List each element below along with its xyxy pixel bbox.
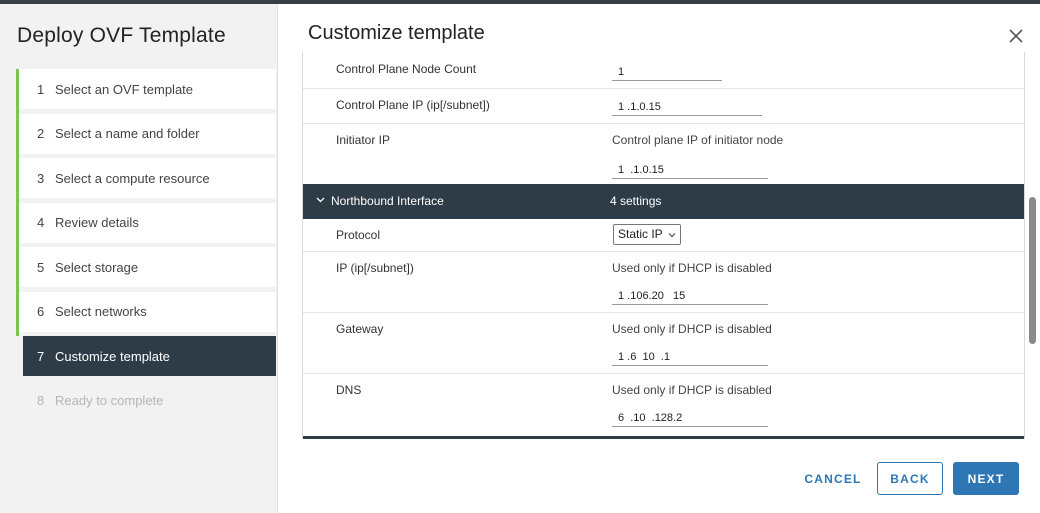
field-label: Control Plane IP (ip[/subnet]) xyxy=(336,98,490,112)
northbound-ip-input[interactable]: 1 .106.20 15 xyxy=(612,287,768,305)
field-label: Gateway xyxy=(336,322,384,336)
wizard-sidebar: Deploy OVF Template 1 Select an OVF temp… xyxy=(0,4,278,513)
field-description: Used only if DHCP is disabled xyxy=(612,383,772,397)
back-button[interactable]: BACK xyxy=(877,462,943,495)
cp-ip-input[interactable]: 1 .1.0.15 xyxy=(612,98,762,116)
step-label: Select an OVF template xyxy=(55,81,194,97)
field-description: Used only if DHCP is disabled xyxy=(612,322,772,336)
step-label: Select networks xyxy=(55,304,147,319)
step-number: 7 xyxy=(37,348,45,364)
row-northbound-ip: IP (ip[/subnet]) Used only if DHCP is di… xyxy=(303,251,1024,313)
row-initiator-ip: Initiator IP Control plane IP of initiat… xyxy=(303,123,1024,184)
wizard-step-6[interactable]: 6 Select networks xyxy=(16,291,276,336)
field-label: Initiator IP xyxy=(336,133,391,147)
wizard-step-8: 8 Ready to complete xyxy=(16,381,276,421)
scrollbar-thumb[interactable] xyxy=(1029,197,1036,344)
step-number: 2 xyxy=(37,126,45,141)
section-northbound-interface[interactable]: Northbound Interface 4 settings xyxy=(303,184,1024,219)
cp-node-count-input[interactable]: 1 xyxy=(612,63,722,81)
chevron-down-icon xyxy=(668,233,676,238)
chevron-down-icon xyxy=(316,195,325,206)
section-label: Northbound Interface xyxy=(331,194,444,208)
step-number: 4 xyxy=(37,215,45,230)
step-label: Select a compute resource xyxy=(55,170,210,186)
step-number: 8 xyxy=(37,393,45,408)
step-number: 3 xyxy=(37,170,45,186)
step-label: Ready to complete xyxy=(55,393,164,408)
wizard-title: Deploy OVF Template xyxy=(17,24,226,47)
row-cp-node-count: Control Plane Node Count 1 xyxy=(303,52,1024,89)
protocol-selected-value: Static IP xyxy=(618,227,663,241)
wizard-step-3[interactable]: 3 Select a compute resource xyxy=(16,158,276,203)
wizard-step-1[interactable]: 1 Select an OVF template xyxy=(16,69,276,114)
gateway-input[interactable]: 1 .6 10 .1 xyxy=(612,348,768,366)
wizard-steps: 1 Select an OVF template 2 Select a name… xyxy=(16,69,276,425)
field-label: Protocol xyxy=(336,228,381,242)
field-description: Used only if DHCP is disabled xyxy=(612,261,772,275)
row-gateway: Gateway Used only if DHCP is disabled 1 … xyxy=(303,312,1024,374)
field-label: DNS xyxy=(336,383,362,397)
wizard-step-4[interactable]: 4 Review details xyxy=(16,202,276,247)
step-label: Review details xyxy=(55,215,139,230)
step-label: Select a name and folder xyxy=(55,126,200,141)
template-properties: Control Plane Node Count 1 Control Plane… xyxy=(302,52,1025,439)
protocol-select[interactable]: Static IP xyxy=(613,224,681,245)
step-label: Select storage xyxy=(55,259,139,275)
cancel-button[interactable]: CANCEL xyxy=(797,462,869,495)
step-number: 1 xyxy=(37,81,45,97)
initiator-ip-input[interactable]: 1 .1.0.15 xyxy=(612,161,768,179)
dns-input[interactable]: 6 .10 .128.2 xyxy=(612,409,768,427)
step-label: Customize template xyxy=(55,348,170,364)
step-number: 5 xyxy=(37,259,45,275)
wizard-step-2[interactable]: 2 Select a name and folder xyxy=(16,113,276,158)
close-icon[interactable] xyxy=(1005,25,1027,47)
dialog-title: Customize template xyxy=(308,22,485,44)
step-number: 6 xyxy=(37,304,45,319)
next-button[interactable]: NEXT xyxy=(953,462,1019,495)
field-label: Control Plane Node Count xyxy=(336,62,477,76)
wizard-step-5[interactable]: 5 Select storage xyxy=(16,247,276,292)
row-dns: DNS Used only if DHCP is disabled 6 .10 … xyxy=(303,373,1024,436)
row-protocol: Protocol Static IP xyxy=(303,219,1024,252)
row-cp-ip: Control Plane IP (ip[/subnet]) 1 .1.0.15 xyxy=(303,88,1024,124)
next-section-header xyxy=(303,436,1024,439)
section-settings-count: 4 settings xyxy=(610,194,662,208)
field-label: IP (ip[/subnet]) xyxy=(336,261,414,275)
wizard-step-7[interactable]: 7 Customize template xyxy=(23,336,276,376)
field-description: Control plane IP of initiator node xyxy=(612,133,784,147)
